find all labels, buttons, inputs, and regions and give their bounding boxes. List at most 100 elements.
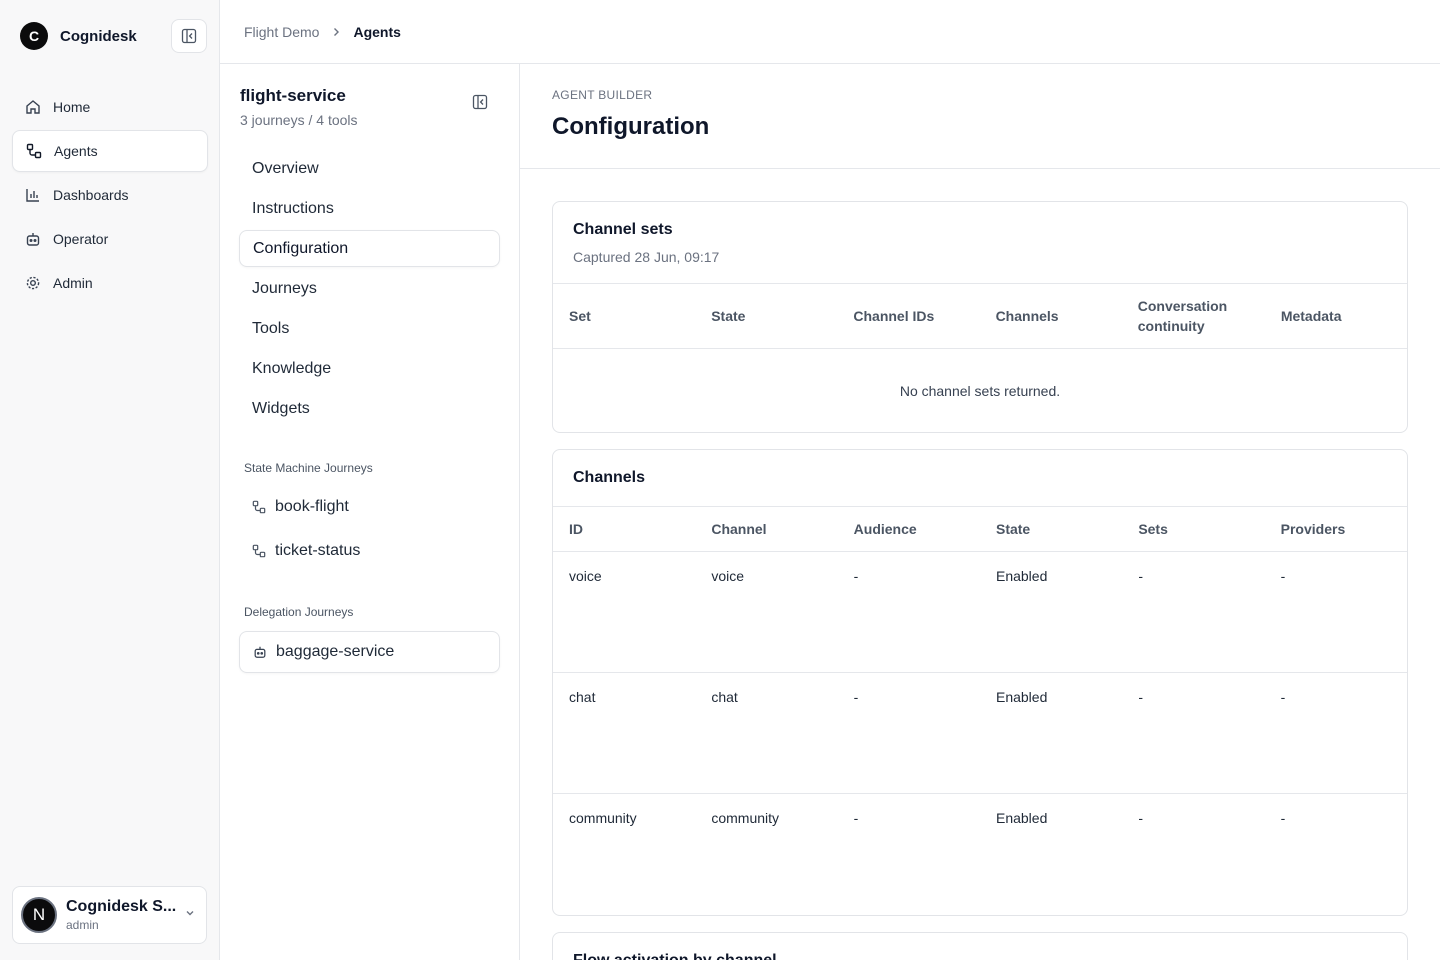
agent-meta: 3 journeys / 4 tools xyxy=(240,112,358,128)
flow-activation-card: Flow activation by channel xyxy=(552,932,1408,960)
column-header: Channel IDs xyxy=(853,308,935,324)
page-header: AGENT BUILDER Configuration xyxy=(520,64,1440,169)
journey-book-flight[interactable]: book-flight xyxy=(239,486,500,528)
gear-icon xyxy=(24,274,42,292)
cell-channel: chat xyxy=(711,689,738,705)
nav-label: Operator xyxy=(53,231,109,247)
agent-panel: flight-service 3 journeys / 4 tools Over… xyxy=(220,64,520,960)
section-journeys[interactable]: Journeys xyxy=(239,270,500,307)
column-header: Channels xyxy=(995,308,1059,324)
journey-label: baggage-service xyxy=(276,643,395,660)
cell-id: voice xyxy=(569,568,602,584)
table-header: Set State Channel IDs Channels Conversat… xyxy=(553,283,1407,349)
page-title: Configuration xyxy=(552,113,710,140)
section-widgets[interactable]: Widgets xyxy=(239,390,500,427)
cell-providers: - xyxy=(1280,810,1286,826)
card-header: Channel sets Captured 28 Jun, 09:17 xyxy=(553,202,1407,283)
chevron-right-icon xyxy=(331,27,341,37)
section-instructions[interactable]: Instructions xyxy=(239,190,500,227)
sidebar-collapse-button[interactable] xyxy=(171,19,207,53)
breadcrumb: Flight Demo Agents xyxy=(220,0,1440,64)
card-header: Channels xyxy=(553,450,1407,506)
column-header: Set xyxy=(569,308,591,324)
journey-icon xyxy=(252,500,268,514)
agent-section-nav: Overview Instructions Configuration Jour… xyxy=(239,150,500,430)
nav-item-home[interactable]: Home xyxy=(12,86,208,128)
panel-left-icon xyxy=(181,28,197,44)
user-role: admin xyxy=(66,918,99,932)
nav-label: Admin xyxy=(53,275,93,291)
cell-audience: - xyxy=(853,568,859,584)
cell-id: community xyxy=(569,810,637,826)
app-sidebar: C Cognidesk Home Agents Dashboards Opera… xyxy=(0,0,220,960)
captured-timestamp: Captured 28 Jun, 09:17 xyxy=(573,249,720,265)
cell-id: chat xyxy=(569,689,596,705)
journey-ticket-status[interactable]: ticket-status xyxy=(239,530,500,572)
section-knowledge[interactable]: Knowledge xyxy=(239,350,500,387)
nav-label: Dashboards xyxy=(53,187,129,203)
column-header: Audience xyxy=(853,521,917,537)
nav-label: Agents xyxy=(54,143,98,159)
channels-card: Channels ID Channel Audience State Sets … xyxy=(552,449,1408,916)
nav-item-admin[interactable]: Admin xyxy=(12,262,208,304)
cell-sets: - xyxy=(1138,810,1143,826)
bot-icon xyxy=(253,645,269,659)
table-row[interactable]: community community - Enabled - - xyxy=(553,794,1407,915)
channel-sets-card: Channel sets Captured 28 Jun, 09:17 Set … xyxy=(552,201,1408,433)
cell-channel: community xyxy=(711,810,780,826)
brand[interactable]: C Cognidesk xyxy=(20,22,137,50)
empty-state: No channel sets returned. xyxy=(899,383,1061,399)
nav-item-operator[interactable]: Operator xyxy=(12,218,208,260)
cell-sets: - xyxy=(1138,568,1143,584)
column-header: Channel xyxy=(711,521,767,537)
table-body: voice voice - Enabled - - chat chat - En… xyxy=(553,552,1407,915)
column-header: State xyxy=(995,521,1031,537)
table-header: ID Channel Audience State Sets Providers xyxy=(553,506,1407,552)
bot-icon xyxy=(24,230,42,248)
column-header: Metadata xyxy=(1280,308,1342,324)
section-configuration[interactable]: Configuration xyxy=(239,230,500,267)
column-header: ID xyxy=(569,521,583,537)
brand-logo: C xyxy=(20,22,48,50)
nav-label: Home xyxy=(53,99,91,115)
journey-label: book-flight xyxy=(275,498,349,515)
user-info: Cognidesk S... admin xyxy=(66,898,178,932)
page-eyebrow: AGENT BUILDER xyxy=(552,88,653,102)
column-header: Providers xyxy=(1280,521,1346,537)
cell-providers: - xyxy=(1280,568,1286,584)
cell-state: Enabled xyxy=(995,689,1048,705)
chevron-down-icon xyxy=(184,906,196,924)
column-header: State xyxy=(711,308,746,324)
home-icon xyxy=(24,98,42,116)
cell-audience: - xyxy=(853,689,859,705)
nav-item-dashboards[interactable]: Dashboards xyxy=(12,174,208,216)
breadcrumb-parent[interactable]: Flight Demo xyxy=(244,24,319,40)
user-name: Cognidesk S... xyxy=(66,898,177,915)
section-overview[interactable]: Overview xyxy=(239,150,500,187)
journey-baggage-service[interactable]: baggage-service xyxy=(239,631,500,673)
table-row[interactable]: voice voice - Enabled - - xyxy=(553,552,1407,673)
card-header: Flow activation by channel xyxy=(553,933,1407,960)
cell-state: Enabled xyxy=(995,568,1048,584)
delegation-journeys-label: Delegation Journeys xyxy=(244,605,354,619)
panel-left-icon[interactable] xyxy=(472,94,488,115)
column-header: Conversation continuity xyxy=(1137,298,1228,334)
cell-providers: - xyxy=(1280,689,1286,705)
card-title: Flow activation by channel xyxy=(573,952,1407,960)
section-tools[interactable]: Tools xyxy=(239,310,500,347)
agent-name: flight-service xyxy=(240,86,346,105)
main-content: AGENT BUILDER Configuration Channel sets… xyxy=(520,64,1440,960)
nav-item-agents[interactable]: Agents xyxy=(12,130,208,172)
state-machine-journeys-label: State Machine Journeys xyxy=(244,461,373,475)
card-title: Channel sets xyxy=(573,221,673,238)
avatar: N xyxy=(21,897,57,933)
cell-sets: - xyxy=(1138,689,1143,705)
chart-icon xyxy=(24,186,42,204)
journey-icon xyxy=(252,544,268,558)
agents-icon xyxy=(25,142,43,160)
user-menu[interactable]: N Cognidesk S... admin xyxy=(12,886,207,944)
breadcrumb-current: Agents xyxy=(353,23,401,40)
cell-state: Enabled xyxy=(995,810,1048,826)
card-title: Channels xyxy=(573,469,646,486)
table-row[interactable]: chat chat - Enabled - - xyxy=(553,673,1407,794)
